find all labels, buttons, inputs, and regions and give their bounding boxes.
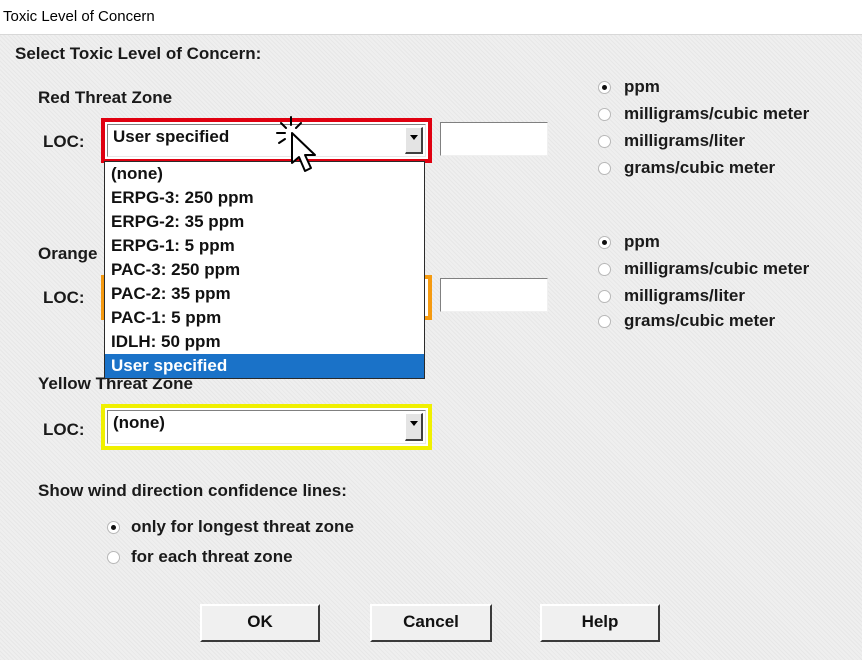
orange-unit-gm3-label: grams/cubic meter — [624, 311, 776, 330]
yellow-loc-label: LOC: — [43, 420, 85, 439]
ok-button[interactable]: OK — [200, 604, 320, 642]
red-custom-value-input[interactable] — [440, 122, 548, 156]
red-unit-ppm-label: ppm — [624, 77, 660, 96]
dropdown-option[interactable]: PAC-1: 5 ppm — [105, 306, 424, 330]
red-loc-dropdown-button[interactable] — [405, 127, 423, 154]
orange-custom-value-input[interactable] — [440, 278, 548, 312]
orange-unit-ppm-label: ppm — [624, 232, 660, 251]
wind-lines-label: Show wind direction confidence lines: — [38, 481, 347, 500]
dropdown-option[interactable]: PAC-2: 35 ppm — [105, 282, 424, 306]
yellow-loc-combobox[interactable]: (none) — [101, 404, 432, 450]
dropdown-option[interactable]: (none) — [105, 162, 424, 186]
orange-unit-mgl-label: milligrams/liter — [624, 286, 745, 305]
dropdown-option[interactable]: ERPG-2: 35 ppm — [105, 210, 424, 234]
wind-longest-label: only for longest threat zone — [131, 517, 354, 536]
dropdown-option[interactable]: ERPG-3: 250 ppm — [105, 186, 424, 210]
cancel-button[interactable]: Cancel — [370, 604, 492, 642]
orange-unit-ppm-radio[interactable] — [598, 236, 611, 249]
title-bar: Toxic Level of Concern — [0, 0, 862, 34]
red-unit-mgl-label: milligrams/liter — [624, 131, 745, 150]
red-unit-gm3-radio[interactable] — [598, 162, 611, 175]
yellow-loc-value: (none) — [113, 413, 165, 432]
red-unit-gm3-label: grams/cubic meter — [624, 158, 776, 177]
dropdown-option[interactable]: PAC-3: 250 ppm — [105, 258, 424, 282]
red-zone-label: Red Threat Zone — [38, 88, 173, 107]
wind-each-label: for each threat zone — [131, 547, 293, 566]
red-unit-mgl-radio[interactable] — [598, 135, 611, 148]
red-loc-dropdown-list: (none) ERPG-3: 250 ppm ERPG-2: 35 ppm ER… — [104, 161, 425, 379]
yellow-loc-dropdown-button[interactable] — [405, 413, 423, 441]
orange-unit-mgm3-label: milligrams/cubic meter — [624, 259, 810, 278]
orange-unit-mgm3-radio[interactable] — [598, 263, 611, 276]
wind-each-radio[interactable] — [107, 551, 120, 564]
red-unit-ppm-radio[interactable] — [598, 81, 611, 94]
orange-zone-label: Orange — [38, 244, 98, 263]
red-loc-label: LOC: — [43, 132, 85, 151]
dropdown-option-selected[interactable]: User specified — [105, 354, 424, 378]
dialog-heading: Select Toxic Level of Concern: — [15, 44, 262, 63]
help-button[interactable]: Help — [540, 604, 660, 642]
red-loc-value: User specified — [113, 127, 230, 146]
orange-unit-mgl-radio[interactable] — [598, 290, 611, 303]
orange-unit-gm3-radio[interactable] — [598, 315, 611, 328]
wind-longest-radio[interactable] — [107, 521, 120, 534]
red-unit-mgm3-radio[interactable] — [598, 108, 611, 121]
dropdown-option[interactable]: ERPG-1: 5 ppm — [105, 234, 424, 258]
dropdown-option[interactable]: IDLH: 50 ppm — [105, 330, 424, 354]
click-cursor-icon — [276, 116, 316, 172]
red-loc-combobox[interactable]: User specified — [101, 118, 432, 163]
red-unit-mgm3-label: milligrams/cubic meter — [624, 104, 810, 123]
orange-loc-label: LOC: — [43, 288, 85, 307]
window-title: Toxic Level of Concern — [3, 8, 155, 25]
